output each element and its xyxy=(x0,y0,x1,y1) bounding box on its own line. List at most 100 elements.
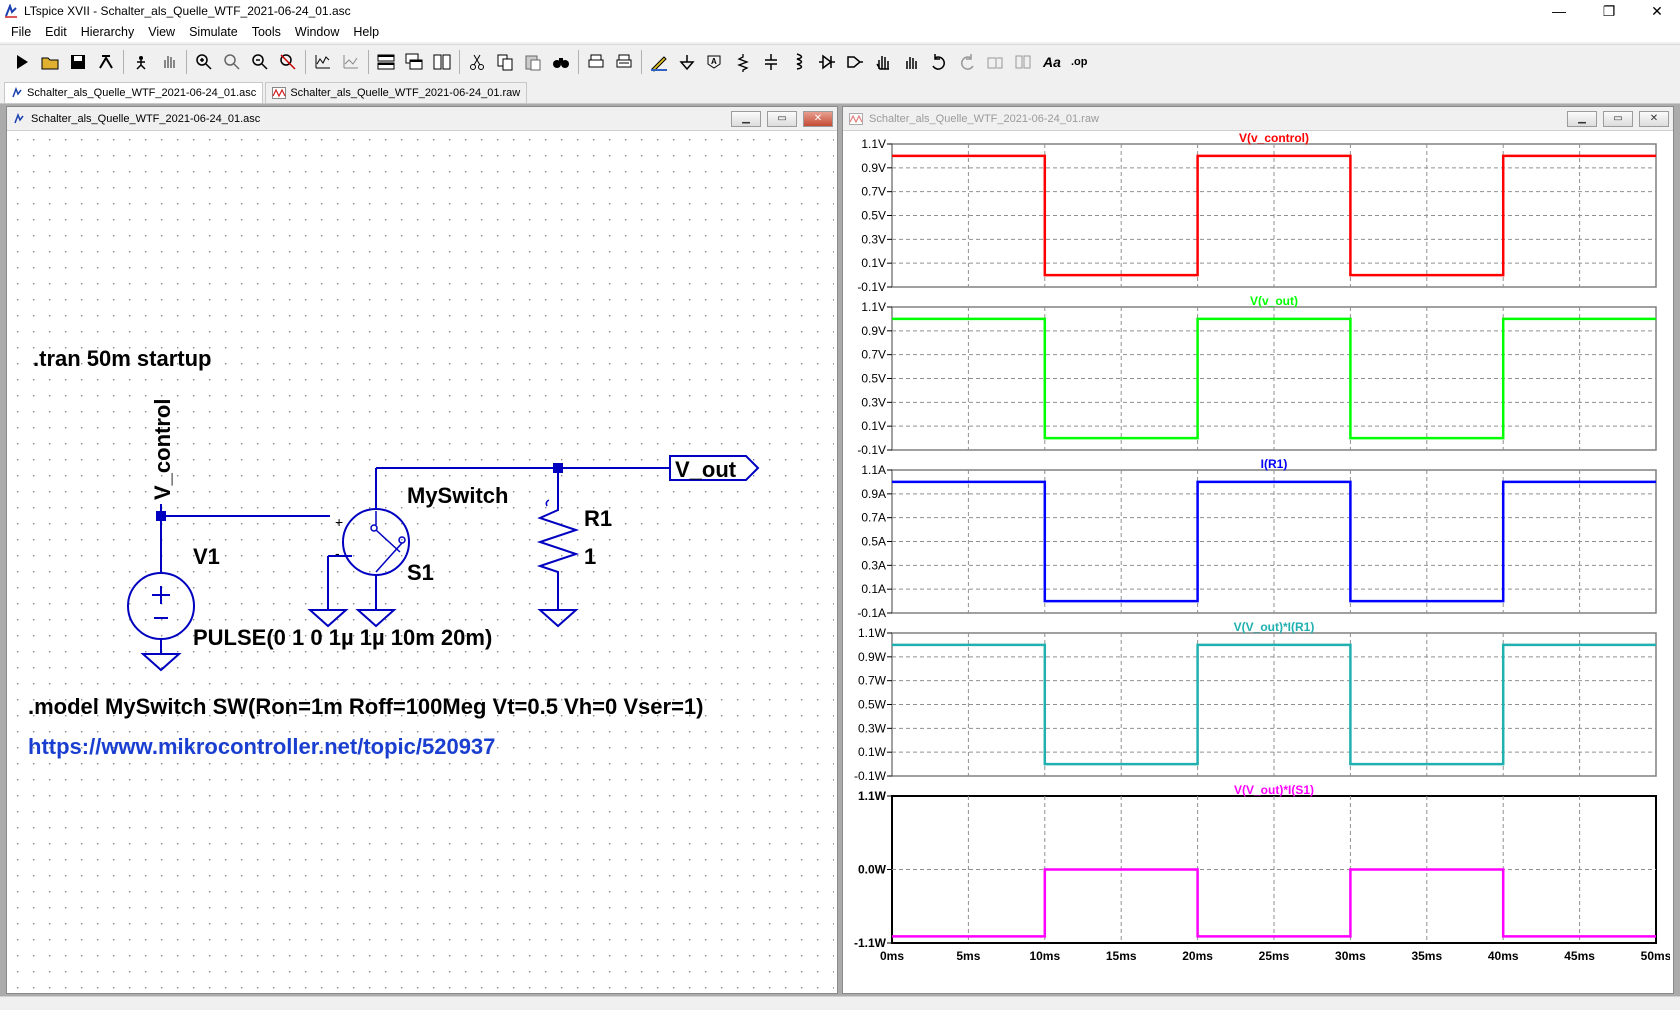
toolbar-separator xyxy=(368,49,369,74)
halt-icon[interactable] xyxy=(127,48,155,76)
y-tick-label: 0.1V xyxy=(861,256,886,270)
run-icon[interactable] xyxy=(8,48,36,76)
waveform-window-title: Schalter_als_Quelle_WTF_2021-06-24_01.ra… xyxy=(869,112,1099,125)
svg-text:A: A xyxy=(711,57,717,66)
undo-icon[interactable] xyxy=(925,48,953,76)
schematic-restore-button[interactable]: ▭ xyxy=(767,111,797,127)
cut-icon[interactable] xyxy=(463,48,491,76)
rotate-icon[interactable] xyxy=(981,48,1009,76)
control-panel-icon[interactable] xyxy=(92,48,120,76)
schematic-window-title: Schalter_als_Quelle_WTF_2021-06-24_01.as… xyxy=(31,112,261,125)
trace-title[interactable]: I(R1) xyxy=(1261,457,1288,471)
schematic-canvas[interactable]: .tran 50m startup V_control V_out MySwit… xyxy=(10,132,834,992)
paste-icon[interactable] xyxy=(519,48,547,76)
y-tick-label: -0.1W xyxy=(854,769,887,783)
y-tick-label: 0.9V xyxy=(861,161,886,175)
component-icon[interactable] xyxy=(841,48,869,76)
redo-icon[interactable] xyxy=(953,48,981,76)
comment-url[interactable]: https://www.mikrocontroller.net/topic/52… xyxy=(28,734,495,759)
print-icon[interactable] xyxy=(582,48,610,76)
schematic-minimize-button[interactable]: ▁ xyxy=(731,111,761,127)
waveform-restore-button[interactable]: ▭ xyxy=(1603,111,1633,127)
copy-icon[interactable] xyxy=(491,48,519,76)
resistor-value-label: 1 xyxy=(584,544,596,569)
zoom-cancel-icon[interactable] xyxy=(274,48,302,76)
inductor-icon[interactable] xyxy=(785,48,813,76)
y-tick-label: 0.7V xyxy=(861,348,886,362)
plot-settings-icon[interactable] xyxy=(337,48,365,76)
y-tick-label: -0.1V xyxy=(857,443,886,457)
x-tick-label: 40ms xyxy=(1488,949,1519,963)
save-icon[interactable] xyxy=(64,48,92,76)
net-label-v-control[interactable]: V_control xyxy=(150,399,175,500)
zoom-out-icon[interactable] xyxy=(246,48,274,76)
trace-title[interactable]: V(V_out)*I(R1) xyxy=(1234,620,1315,634)
net-label-v-out[interactable]: V_out xyxy=(675,457,737,482)
tile-horizontal-icon[interactable] xyxy=(372,48,400,76)
junction-dot xyxy=(156,511,166,521)
mirror-icon[interactable] xyxy=(1009,48,1037,76)
x-tick-label: 35ms xyxy=(1411,949,1442,963)
waveform-plot-area[interactable]: 1.1V 0.9V 0.7V 0.5V 0.3V 0.1V -0.1V V(v_control… xyxy=(846,132,1670,992)
switch-plus-label: + xyxy=(335,514,343,530)
pan-icon[interactable] xyxy=(155,48,183,76)
status-bar xyxy=(0,996,1680,1010)
x-tick-label: 0ms xyxy=(880,949,904,963)
zoom-rect-icon[interactable] xyxy=(218,48,246,76)
open-icon[interactable] xyxy=(36,48,64,76)
menu-simulate[interactable]: Simulate xyxy=(182,25,245,39)
waveform-close-button[interactable]: ✕ xyxy=(1639,111,1669,127)
close-button[interactable]: ✕ xyxy=(1634,0,1680,22)
menu-view[interactable]: View xyxy=(141,25,182,39)
menu-bar: File Edit Hierarchy View Simulate Tools Window… xyxy=(0,22,1680,42)
minimize-button[interactable]: — xyxy=(1536,0,1582,22)
zoom-in-icon[interactable] xyxy=(190,48,218,76)
waveform-minimize-button[interactable]: ▁ xyxy=(1567,111,1597,127)
menu-tools[interactable]: Tools xyxy=(245,25,288,39)
draw-wire-icon[interactable] xyxy=(645,48,673,76)
move-icon[interactable] xyxy=(869,48,897,76)
restore-button[interactable]: ❐ xyxy=(1586,0,1632,22)
menu-edit[interactable]: Edit xyxy=(38,25,74,39)
y-tick-label: 0.7W xyxy=(858,674,887,688)
tab-waveform[interactable]: Schalter_als_Quelle_WTF_2021-06-24_01.ra… xyxy=(265,82,528,103)
cascade-icon[interactable] xyxy=(400,48,428,76)
y-tick-label: 0.5V xyxy=(861,372,886,386)
menu-help[interactable]: Help xyxy=(346,25,386,39)
tab-schematic-label: Schalter_als_Quelle_WTF_2021-06-24_01.as… xyxy=(27,87,257,99)
tab-schematic[interactable]: Schalter_als_Quelle_WTF_2021-06-24_01.as… xyxy=(4,82,264,103)
diode-icon[interactable] xyxy=(813,48,841,76)
source-name-label: V1 xyxy=(193,544,220,569)
toolbar-separator xyxy=(641,49,642,74)
autorange-icon[interactable] xyxy=(309,48,337,76)
waveform-icon xyxy=(272,87,287,99)
trace-title[interactable]: V(V_out)*I(S1) xyxy=(1234,783,1314,797)
menu-hierarchy[interactable]: Hierarchy xyxy=(74,25,142,39)
capacitor-icon[interactable] xyxy=(757,48,785,76)
svg-text:Aa: Aa xyxy=(1042,54,1061,70)
schematic-window: Schalter_als_Quelle_WTF_2021-06-24_01.as… xyxy=(6,106,838,994)
drag-icon[interactable] xyxy=(897,48,925,76)
resistor-icon[interactable] xyxy=(729,48,757,76)
menu-window[interactable]: Window xyxy=(288,25,346,39)
print-preview-icon[interactable] xyxy=(610,48,638,76)
menu-file[interactable]: File xyxy=(4,25,38,39)
x-tick-label: 20ms xyxy=(1182,949,1213,963)
trace-title[interactable]: V(v_out) xyxy=(1250,294,1298,308)
tile-vertical-icon[interactable] xyxy=(428,48,456,76)
spice-directive-icon[interactable]: .op xyxy=(1065,48,1093,76)
y-tick-label: 0.7A xyxy=(861,511,886,525)
y-tick-label: 1.1V xyxy=(861,300,886,314)
x-tick-label: 50ms xyxy=(1641,949,1670,963)
ground-icon[interactable] xyxy=(673,48,701,76)
schematic-close-button[interactable]: ✕ xyxy=(803,111,833,127)
waveform-window-titlebar: Schalter_als_Quelle_WTF_2021-06-24_01.ra… xyxy=(843,107,1673,131)
text-icon[interactable]: Aa xyxy=(1037,48,1065,76)
tran-directive[interactable]: .tran 50m startup xyxy=(33,346,212,371)
label-net-icon[interactable]: A xyxy=(701,48,729,76)
trace-title[interactable]: V(v_control) xyxy=(1239,132,1309,145)
find-icon[interactable] xyxy=(547,48,575,76)
model-directive[interactable]: .model MySwitch SW(Ron=1m Roff=100Meg Vt… xyxy=(28,694,703,719)
y-tick-label: 1.1W xyxy=(858,626,887,640)
x-tick-label: 45ms xyxy=(1564,949,1595,963)
